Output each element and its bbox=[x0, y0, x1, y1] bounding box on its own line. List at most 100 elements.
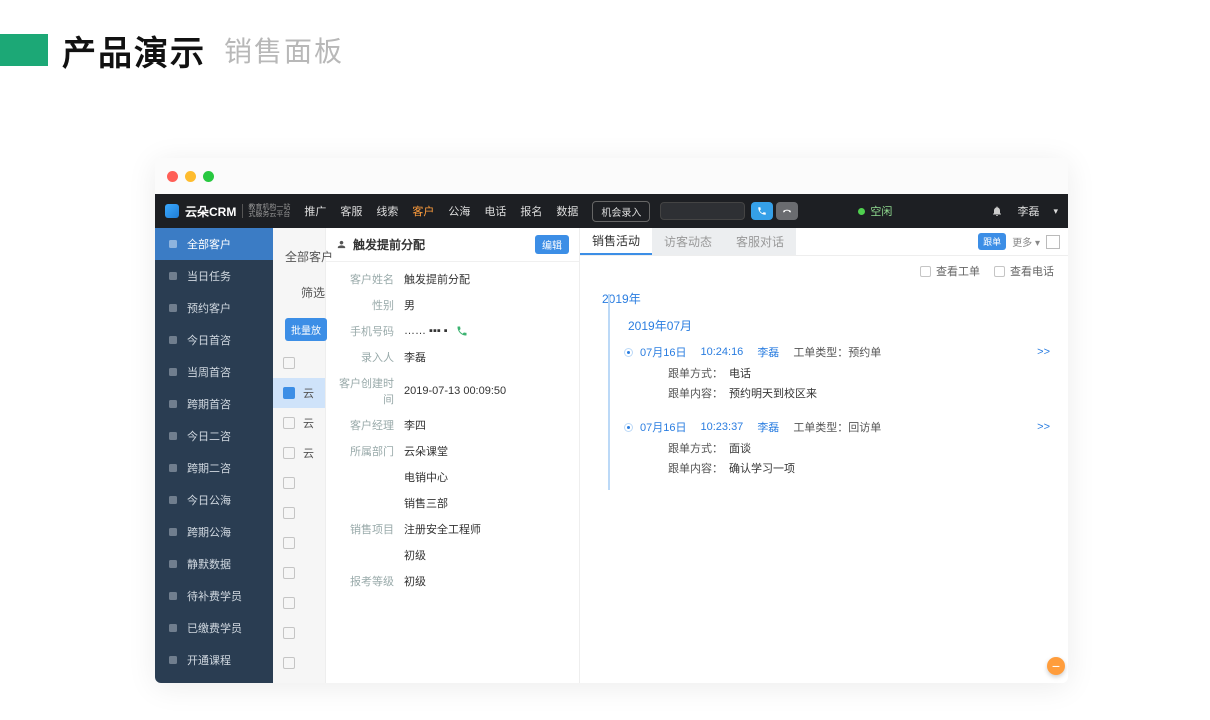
user-name[interactable]: 李磊 bbox=[1017, 203, 1039, 219]
tl-person: 李磊 bbox=[757, 344, 779, 360]
entry-by-label: 录入人 bbox=[336, 349, 404, 365]
edit-button[interactable]: 编辑 bbox=[535, 235, 569, 254]
sidebar-item-1[interactable]: 当日任务 bbox=[155, 260, 273, 292]
logo[interactable]: 云朵CRM 教育机构一站 式服务云平台 bbox=[165, 203, 290, 220]
row-checkbox[interactable] bbox=[283, 387, 295, 399]
view-calls-checkbox[interactable]: 查看电话 bbox=[994, 263, 1054, 279]
list-row[interactable] bbox=[273, 498, 325, 528]
sidebar-item-11[interactable]: 待补费学员 bbox=[155, 580, 273, 612]
sidebar-item-3[interactable]: 今日首咨 bbox=[155, 324, 273, 356]
list-row[interactable] bbox=[273, 558, 325, 588]
sidebar-item-13[interactable]: 开通课程 bbox=[155, 644, 273, 676]
view-orders-checkbox[interactable]: 查看工单 bbox=[920, 263, 980, 279]
maximize-dot[interactable] bbox=[203, 171, 214, 182]
more-dropdown[interactable]: 更多 ▾ bbox=[1012, 234, 1040, 249]
row-checkbox[interactable] bbox=[283, 357, 295, 369]
list-row[interactable] bbox=[273, 678, 325, 683]
nav-item-2[interactable]: 线索 bbox=[376, 203, 398, 219]
expand-button[interactable]: >> bbox=[1037, 346, 1054, 358]
tl-date: 07月16日 bbox=[640, 419, 686, 435]
row-checkbox[interactable] bbox=[283, 477, 295, 489]
nav-item-1[interactable]: 客服 bbox=[340, 203, 362, 219]
list-row[interactable]: 云 bbox=[273, 408, 325, 438]
nav-item-5[interactable]: 电话 bbox=[484, 203, 506, 219]
name-value: 触发提前分配 bbox=[404, 271, 569, 287]
row-checkbox[interactable] bbox=[283, 597, 295, 609]
sidebar-item-2[interactable]: 预约客户 bbox=[155, 292, 273, 324]
nav-item-4[interactable]: 公海 bbox=[448, 203, 470, 219]
sidebar-item-4[interactable]: 当周首咨 bbox=[155, 356, 273, 388]
activity-filters: 查看工单 查看电话 bbox=[580, 256, 1068, 286]
row-checkbox[interactable] bbox=[283, 507, 295, 519]
sidebar-item-6[interactable]: 今日二咨 bbox=[155, 420, 273, 452]
detail-title: 触发提前分配 bbox=[353, 236, 425, 253]
activity-tab-1[interactable]: 访客动态 bbox=[652, 228, 724, 255]
user-dropdown-icon[interactable]: ▾ bbox=[1053, 206, 1058, 217]
dept-value-3: 销售三部 bbox=[404, 495, 569, 511]
list-row[interactable] bbox=[273, 648, 325, 678]
sidebar-item-label: 待补费学员 bbox=[187, 588, 242, 604]
call-button[interactable] bbox=[751, 202, 773, 220]
sidebar-item-14[interactable]: 我的订单 bbox=[155, 676, 273, 683]
list-row[interactable]: 云 bbox=[273, 438, 325, 468]
project-value-2: 初级 bbox=[404, 547, 569, 563]
nav-item-7[interactable]: 数据 bbox=[556, 203, 578, 219]
sidebar-item-9[interactable]: 跨期公海 bbox=[155, 516, 273, 548]
row-checkbox[interactable] bbox=[283, 447, 295, 459]
sidebar-item-label: 当周首咨 bbox=[187, 364, 231, 380]
list-row[interactable] bbox=[273, 468, 325, 498]
page-subtitle: 销售面板 bbox=[224, 30, 344, 70]
activity-panel: 销售活动访客动态客服对话 跟单 更多 ▾ 查看工单 查看电话 bbox=[580, 228, 1068, 683]
list-row[interactable] bbox=[273, 618, 325, 648]
row-checkbox[interactable] bbox=[283, 627, 295, 639]
nav-item-3[interactable]: 客户 bbox=[412, 203, 434, 219]
sidebar-item-label: 跨期首咨 bbox=[187, 396, 231, 412]
app-body: 全部客户当日任务预约客户今日首咨当周首咨跨期首咨今日二咨跨期二咨今日公海跨期公海… bbox=[155, 228, 1068, 683]
window-titlebar bbox=[155, 158, 1068, 194]
list-row[interactable] bbox=[273, 528, 325, 558]
status-label: 空闲 bbox=[870, 203, 892, 219]
layout-toggle-icon[interactable] bbox=[1046, 235, 1060, 249]
close-dot[interactable] bbox=[167, 171, 178, 182]
list-row[interactable]: 云 bbox=[273, 378, 325, 408]
checkbox-icon bbox=[994, 266, 1005, 277]
tl-detail-row: 跟单内容：预约明天到校区来 bbox=[668, 383, 1054, 403]
row-checkbox[interactable] bbox=[283, 657, 295, 669]
minimize-dot[interactable] bbox=[185, 171, 196, 182]
dial-icon[interactable] bbox=[456, 325, 468, 337]
row-checkbox[interactable] bbox=[283, 417, 295, 429]
sidebar-item-label: 跨期公海 bbox=[187, 524, 231, 540]
nav-item-0[interactable]: 推广 bbox=[304, 203, 326, 219]
brand-name: 云朵CRM bbox=[185, 203, 236, 220]
sidebar-item-8[interactable]: 今日公海 bbox=[155, 484, 273, 516]
row-checkbox[interactable] bbox=[283, 567, 295, 579]
filter-label[interactable]: 筛选 bbox=[301, 284, 325, 301]
sidebar-item-10[interactable]: 静默数据 bbox=[155, 548, 273, 580]
sidebar-item-label: 当日任务 bbox=[187, 268, 231, 284]
batch-release-button[interactable]: 批量放 bbox=[285, 318, 327, 341]
activity-tab-2[interactable]: 客服对话 bbox=[724, 228, 796, 255]
search-input[interactable] bbox=[660, 202, 745, 220]
brand-sub2: 式服务云平台 bbox=[248, 211, 290, 218]
agent-status[interactable]: 空闲 bbox=[858, 203, 892, 219]
activity-tab-0[interactable]: 销售活动 bbox=[580, 228, 652, 255]
detail-header: 触发提前分配 编辑 bbox=[326, 228, 579, 262]
sidebar-item-7[interactable]: 跨期二咨 bbox=[155, 452, 273, 484]
sidebar-item-12[interactable]: 已缴费学员 bbox=[155, 612, 273, 644]
book-icon bbox=[167, 654, 179, 666]
sidebar-item-5[interactable]: 跨期首咨 bbox=[155, 388, 273, 420]
app-window: 云朵CRM 教育机构一站 式服务云平台 推广客服线索客户公海电话报名数据 机会录… bbox=[155, 158, 1068, 683]
bell-icon[interactable] bbox=[991, 205, 1003, 217]
followup-tag[interactable]: 跟单 bbox=[978, 233, 1006, 250]
tl-detail-row: 跟单方式：面谈 bbox=[668, 438, 1054, 458]
hangup-icon bbox=[782, 206, 792, 216]
sidebar-item-0[interactable]: 全部客户 bbox=[155, 228, 273, 260]
expand-button[interactable]: >> bbox=[1037, 421, 1054, 433]
fab-button[interactable]: − bbox=[1047, 657, 1065, 675]
opportunity-button[interactable]: 机会录入 bbox=[592, 201, 650, 222]
hangup-button[interactable] bbox=[776, 202, 798, 220]
row-checkbox[interactable] bbox=[283, 537, 295, 549]
list-row[interactable] bbox=[273, 348, 325, 378]
list-row[interactable] bbox=[273, 588, 325, 618]
nav-item-6[interactable]: 报名 bbox=[520, 203, 542, 219]
